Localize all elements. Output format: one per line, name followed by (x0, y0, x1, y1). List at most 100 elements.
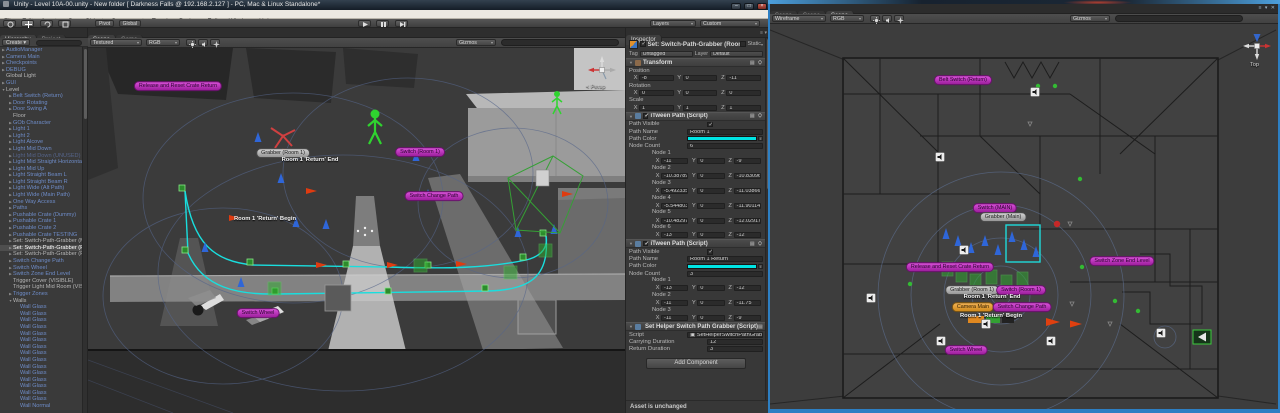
scene-search-input[interactable] (501, 39, 619, 46)
hierarchy-row[interactable]: ▶Light 2 (0, 133, 83, 140)
hierarchy-row[interactable]: ▶Switch Change Path (0, 258, 83, 265)
hierarchy-row[interactable]: ▶Pushable Crate 1 (0, 218, 83, 225)
active-checkbox[interactable] (640, 41, 646, 47)
static-checkbox[interactable] (740, 41, 746, 47)
hierarchy-row[interactable]: Wall Normal (0, 403, 83, 410)
floating-window-controls[interactable]: ≡ ▾ ✕ (1259, 5, 1276, 11)
component-enabled-checkbox[interactable] (643, 241, 649, 247)
draw-mode-dropdown-right[interactable]: Wireframe▾ (772, 15, 826, 22)
axis-field-y[interactable]: 0 (697, 203, 724, 209)
axis-field-y[interactable]: 0 (697, 232, 724, 238)
scene-label-room-1-return-begin[interactable]: Room 1 'Return' Begin (956, 312, 1026, 320)
node-count-field[interactable]: 3 (687, 271, 763, 277)
hierarchy-row[interactable]: ▶Light Straight Beam L (0, 172, 83, 179)
hierarchy-row[interactable]: ▶Door Swing A (0, 106, 83, 113)
component-header-itween-path-script-0[interactable]: ▼iTween Path (Script)▤ ⛭ (626, 112, 766, 121)
scene-label-room-1-return-begin[interactable]: Room 1 'Return' Begin (230, 215, 300, 223)
hierarchy-row[interactable]: ▶Light Mid Straight Horizontal (0, 159, 83, 166)
hierarchy-row[interactable]: Wall Glass (0, 357, 83, 364)
hierarchy-scrollbar[interactable] (82, 47, 87, 413)
path-color-swatch[interactable] (687, 136, 757, 141)
hierarchy-row[interactable]: Wall Glass (0, 324, 83, 331)
hierarchy-row[interactable]: Wall Glass (0, 331, 83, 338)
hierarchy-row[interactable]: ▶Belt Switch (Return) (0, 93, 83, 100)
component-header-itween-path-script-1[interactable]: ▼iTween Path (Script)▤ ⛭ (626, 239, 766, 248)
scene-label-switch-zone-end-level[interactable]: Switch Zone End Level (1089, 256, 1154, 266)
foldout-arrow-icon[interactable]: ▼ (629, 60, 633, 65)
inspector-panel-menu-icon[interactable]: ≡ ▾ (760, 28, 767, 38)
axis-field-y[interactable]: 0 (697, 300, 724, 306)
layers-dropdown[interactable]: Layers▾ (650, 20, 696, 27)
axis-field-z[interactable]: 1 (726, 105, 761, 111)
hierarchy-row[interactable]: Wall Glass (0, 396, 83, 403)
axis-field-z[interactable]: -12 (734, 232, 761, 238)
component-help-gear-icons[interactable]: ▤ ⛭ (750, 60, 763, 66)
hierarchy-row[interactable]: Wall Glass (0, 390, 83, 397)
scene-viewport[interactable]: < Persp Release and Reset Crate ReturnGr… (88, 48, 625, 413)
hierarchy-row[interactable]: ▶Light Mid Down (UNUSED) (0, 153, 83, 160)
path-visible-checkbox[interactable] (707, 122, 713, 128)
lighting-toggle-icon-right[interactable] (870, 15, 880, 22)
hierarchy-row[interactable]: ▶GUI (0, 80, 83, 87)
hierarchy-row[interactable]: ▶Light Straight Beam R (0, 179, 83, 186)
move-tool-icon[interactable] (21, 20, 34, 27)
axis-field-z[interactable]: -9 (734, 315, 761, 321)
hierarchy-row[interactable]: Wall Glass (0, 364, 83, 371)
axis-field-z[interactable]: -11.75 (734, 300, 761, 306)
scene-label-camera-main[interactable]: Camera Main (952, 302, 994, 312)
hierarchy-row[interactable]: ▶AudioManager (0, 47, 83, 54)
hierarchy-row[interactable]: ▶Switch Zone End Level (0, 271, 83, 278)
rotate-tool-icon[interactable] (40, 20, 53, 27)
hierarchy-row[interactable]: ▶One Way Access (0, 199, 83, 206)
hierarchy-row[interactable]: ▶Light Mid Down (0, 146, 83, 153)
hierarchy-row[interactable]: Trigger Cover (VISIBLE) (0, 278, 83, 285)
axis-field-z[interactable]: -11.03866 (734, 188, 761, 194)
hierarchy-row[interactable]: Wall Glass (0, 377, 83, 384)
hierarchy-row[interactable]: ▶Pushable Crate 2 (0, 225, 83, 232)
hierarchy-row[interactable]: ▶Light 1 (0, 126, 83, 133)
axis-field-x[interactable]: -11 (661, 315, 688, 321)
scene-label-switch-change-path[interactable]: Switch Change Path (405, 191, 464, 201)
hierarchy-row[interactable]: Trigger Light Mid Room (VISIBL (0, 284, 83, 291)
hierarchy-row[interactable]: Wall Glass (0, 311, 83, 318)
hierarchy-row[interactable]: ▶Pushable Crate TESTING (0, 232, 83, 239)
axis-field-z[interactable]: -12 (734, 285, 761, 291)
axis-field-z[interactable]: 0 (726, 90, 761, 96)
hierarchy-row[interactable]: Wall Glass (0, 344, 83, 351)
hand-tool-icon[interactable] (3, 20, 16, 27)
hierarchy-row[interactable]: ▶Paths (0, 205, 83, 212)
axis-field-y[interactable]: 0 (683, 75, 718, 81)
hierarchy-row[interactable]: ▶Set: Switch-Path-Grabber (Roo (0, 251, 83, 258)
transform-component-header[interactable]: ▼ Transform ▤ ⛭ (626, 58, 766, 67)
effects-toggle-icon[interactable] (210, 39, 220, 46)
hierarchy-row[interactable]: Wall Glass (0, 304, 83, 311)
component-enabled-checkbox[interactable] (643, 113, 649, 119)
lighting-toggle-icon[interactable] (186, 39, 196, 46)
gizmos-dropdown[interactable]: Gizmos▾ (456, 39, 496, 46)
foldout-arrow-icon[interactable]: ▼ (629, 241, 633, 246)
axis-field-x[interactable]: -11 (661, 300, 688, 306)
axis-field-x[interactable]: -13 (661, 232, 688, 238)
axis-field-z[interactable]: -12.02917 (734, 218, 761, 224)
hierarchy-row[interactable]: ▶Set: Switch-Path-Grabber (Main (0, 238, 83, 245)
axis-field-y[interactable]: 0 (697, 173, 724, 179)
top-view-viewport[interactable]: Top Belt Switch (Return)Switch (MAIN)Gra… (770, 24, 1278, 409)
hierarchy-row[interactable]: ▶GOb Character (0, 120, 83, 127)
axis-field-z[interactable]: -10.83096 (734, 173, 761, 179)
play-button[interactable] (358, 20, 371, 27)
hierarchy-row[interactable]: ▶Camera Main (0, 54, 83, 61)
hierarchy-row[interactable]: ▼Level (0, 87, 83, 94)
axis-field-y[interactable]: 0 (697, 285, 724, 291)
axis-field-x[interactable]: -10.38789 (661, 173, 688, 179)
scene-label-room-1-return-end[interactable]: Room 1 'Return' End (278, 156, 343, 164)
hierarchy-row[interactable]: Wall Glass (0, 383, 83, 390)
scale-tool-icon[interactable] (58, 20, 71, 27)
foldout-arrow-icon[interactable]: ▼ (629, 324, 633, 329)
add-component-button[interactable]: Add Component (646, 358, 746, 369)
minimize-button[interactable]: – (731, 3, 741, 10)
component-help-gear-icons[interactable]: ▤ ⛭ (750, 241, 763, 247)
return-duration-field[interactable]: 3 (707, 346, 763, 352)
maximize-button[interactable]: □ (744, 3, 754, 10)
carrying-duration-field[interactable]: 12 (707, 339, 763, 345)
gizmos-dropdown-right[interactable]: Gizmos▾ (1070, 15, 1110, 22)
